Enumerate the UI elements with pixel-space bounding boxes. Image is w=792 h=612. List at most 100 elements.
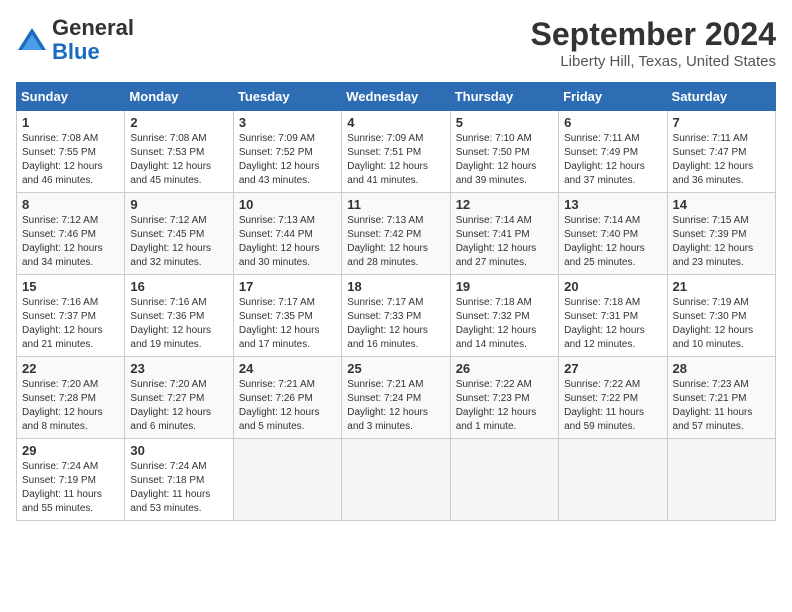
table-row: 28 Sunrise: 7:23 AM Sunset: 7:21 PM Dayl… [667, 357, 775, 439]
table-row: 20 Sunrise: 7:18 AM Sunset: 7:31 PM Dayl… [559, 275, 667, 357]
day-number: 6 [564, 115, 661, 130]
day-number: 29 [22, 443, 119, 458]
logo-blue: Blue [52, 39, 100, 64]
table-row: 19 Sunrise: 7:18 AM Sunset: 7:32 PM Dayl… [450, 275, 558, 357]
calendar-header-row: Sunday Monday Tuesday Wednesday Thursday… [17, 83, 776, 111]
empty-cell [342, 439, 450, 521]
calendar-week-row: 1 Sunrise: 7:08 AM Sunset: 7:55 PM Dayli… [17, 111, 776, 193]
header-tuesday: Tuesday [233, 83, 341, 111]
table-row: 14 Sunrise: 7:15 AM Sunset: 7:39 PM Dayl… [667, 193, 775, 275]
table-row: 29 Sunrise: 7:24 AM Sunset: 7:19 PM Dayl… [17, 439, 125, 521]
table-row: 23 Sunrise: 7:20 AM Sunset: 7:27 PM Dayl… [125, 357, 233, 439]
day-info: Sunrise: 7:18 AM Sunset: 7:32 PM Dayligh… [456, 296, 553, 352]
calendar-week-row: 8 Sunrise: 7:12 AM Sunset: 7:46 PM Dayli… [17, 193, 776, 275]
day-number: 28 [673, 361, 770, 376]
calendar-week-row: 29 Sunrise: 7:24 AM Sunset: 7:19 PM Dayl… [17, 439, 776, 521]
day-info: Sunrise: 7:16 AM Sunset: 7:36 PM Dayligh… [130, 296, 227, 352]
logo-general: General [52, 15, 134, 40]
table-row: 17 Sunrise: 7:17 AM Sunset: 7:35 PM Dayl… [233, 275, 341, 357]
header-saturday: Saturday [667, 83, 775, 111]
page-subtitle: Liberty Hill, Texas, United States [531, 53, 776, 70]
table-row: 26 Sunrise: 7:22 AM Sunset: 7:23 PM Dayl… [450, 357, 558, 439]
table-row: 12 Sunrise: 7:14 AM Sunset: 7:41 PM Dayl… [450, 193, 558, 275]
calendar-week-row: 22 Sunrise: 7:20 AM Sunset: 7:28 PM Dayl… [17, 357, 776, 439]
day-number: 13 [564, 197, 661, 212]
day-number: 8 [22, 197, 119, 212]
day-number: 4 [347, 115, 444, 130]
day-number: 7 [673, 115, 770, 130]
day-number: 20 [564, 279, 661, 294]
header-thursday: Thursday [450, 83, 558, 111]
table-row: 7 Sunrise: 7:11 AM Sunset: 7:47 PM Dayli… [667, 111, 775, 193]
empty-cell [233, 439, 341, 521]
table-row: 30 Sunrise: 7:24 AM Sunset: 7:18 PM Dayl… [125, 439, 233, 521]
table-row: 9 Sunrise: 7:12 AM Sunset: 7:45 PM Dayli… [125, 193, 233, 275]
empty-cell [450, 439, 558, 521]
day-info: Sunrise: 7:24 AM Sunset: 7:19 PM Dayligh… [22, 460, 119, 516]
table-row: 22 Sunrise: 7:20 AM Sunset: 7:28 PM Dayl… [17, 357, 125, 439]
header-monday: Monday [125, 83, 233, 111]
table-row: 3 Sunrise: 7:09 AM Sunset: 7:52 PM Dayli… [233, 111, 341, 193]
day-info: Sunrise: 7:19 AM Sunset: 7:30 PM Dayligh… [673, 296, 770, 352]
header-sunday: Sunday [17, 83, 125, 111]
day-info: Sunrise: 7:17 AM Sunset: 7:33 PM Dayligh… [347, 296, 444, 352]
table-row: 1 Sunrise: 7:08 AM Sunset: 7:55 PM Dayli… [17, 111, 125, 193]
logo-icon [16, 26, 48, 54]
day-info: Sunrise: 7:23 AM Sunset: 7:21 PM Dayligh… [673, 378, 770, 434]
page-header: General Blue September 2024 Liberty Hill… [16, 16, 776, 70]
day-number: 1 [22, 115, 119, 130]
table-row: 2 Sunrise: 7:08 AM Sunset: 7:53 PM Dayli… [125, 111, 233, 193]
day-info: Sunrise: 7:08 AM Sunset: 7:55 PM Dayligh… [22, 132, 119, 188]
day-info: Sunrise: 7:11 AM Sunset: 7:47 PM Dayligh… [673, 132, 770, 188]
table-row: 27 Sunrise: 7:22 AM Sunset: 7:22 PM Dayl… [559, 357, 667, 439]
day-number: 27 [564, 361, 661, 376]
day-number: 16 [130, 279, 227, 294]
day-info: Sunrise: 7:12 AM Sunset: 7:46 PM Dayligh… [22, 214, 119, 270]
table-row: 6 Sunrise: 7:11 AM Sunset: 7:49 PM Dayli… [559, 111, 667, 193]
logo-text: General Blue [52, 16, 134, 64]
day-info: Sunrise: 7:13 AM Sunset: 7:42 PM Dayligh… [347, 214, 444, 270]
day-number: 15 [22, 279, 119, 294]
day-number: 30 [130, 443, 227, 458]
table-row: 4 Sunrise: 7:09 AM Sunset: 7:51 PM Dayli… [342, 111, 450, 193]
day-info: Sunrise: 7:08 AM Sunset: 7:53 PM Dayligh… [130, 132, 227, 188]
day-info: Sunrise: 7:16 AM Sunset: 7:37 PM Dayligh… [22, 296, 119, 352]
table-row: 10 Sunrise: 7:13 AM Sunset: 7:44 PM Dayl… [233, 193, 341, 275]
header-wednesday: Wednesday [342, 83, 450, 111]
day-number: 9 [130, 197, 227, 212]
day-info: Sunrise: 7:15 AM Sunset: 7:39 PM Dayligh… [673, 214, 770, 270]
day-info: Sunrise: 7:22 AM Sunset: 7:22 PM Dayligh… [564, 378, 661, 434]
day-number: 25 [347, 361, 444, 376]
table-row: 18 Sunrise: 7:17 AM Sunset: 7:33 PM Dayl… [342, 275, 450, 357]
day-number: 23 [130, 361, 227, 376]
day-info: Sunrise: 7:11 AM Sunset: 7:49 PM Dayligh… [564, 132, 661, 188]
table-row: 25 Sunrise: 7:21 AM Sunset: 7:24 PM Dayl… [342, 357, 450, 439]
day-number: 21 [673, 279, 770, 294]
table-row: 8 Sunrise: 7:12 AM Sunset: 7:46 PM Dayli… [17, 193, 125, 275]
empty-cell [559, 439, 667, 521]
day-info: Sunrise: 7:21 AM Sunset: 7:24 PM Dayligh… [347, 378, 444, 434]
day-number: 11 [347, 197, 444, 212]
day-info: Sunrise: 7:18 AM Sunset: 7:31 PM Dayligh… [564, 296, 661, 352]
calendar-week-row: 15 Sunrise: 7:16 AM Sunset: 7:37 PM Dayl… [17, 275, 776, 357]
table-row: 5 Sunrise: 7:10 AM Sunset: 7:50 PM Dayli… [450, 111, 558, 193]
day-info: Sunrise: 7:21 AM Sunset: 7:26 PM Dayligh… [239, 378, 336, 434]
day-number: 14 [673, 197, 770, 212]
day-number: 10 [239, 197, 336, 212]
day-info: Sunrise: 7:14 AM Sunset: 7:41 PM Dayligh… [456, 214, 553, 270]
day-info: Sunrise: 7:20 AM Sunset: 7:27 PM Dayligh… [130, 378, 227, 434]
day-number: 5 [456, 115, 553, 130]
day-info: Sunrise: 7:17 AM Sunset: 7:35 PM Dayligh… [239, 296, 336, 352]
table-row: 11 Sunrise: 7:13 AM Sunset: 7:42 PM Dayl… [342, 193, 450, 275]
day-info: Sunrise: 7:13 AM Sunset: 7:44 PM Dayligh… [239, 214, 336, 270]
title-block: September 2024 Liberty Hill, Texas, Unit… [531, 16, 776, 70]
day-number: 19 [456, 279, 553, 294]
day-info: Sunrise: 7:20 AM Sunset: 7:28 PM Dayligh… [22, 378, 119, 434]
day-number: 26 [456, 361, 553, 376]
day-info: Sunrise: 7:10 AM Sunset: 7:50 PM Dayligh… [456, 132, 553, 188]
day-info: Sunrise: 7:09 AM Sunset: 7:51 PM Dayligh… [347, 132, 444, 188]
table-row: 21 Sunrise: 7:19 AM Sunset: 7:30 PM Dayl… [667, 275, 775, 357]
table-row: 24 Sunrise: 7:21 AM Sunset: 7:26 PM Dayl… [233, 357, 341, 439]
day-number: 2 [130, 115, 227, 130]
day-number: 22 [22, 361, 119, 376]
